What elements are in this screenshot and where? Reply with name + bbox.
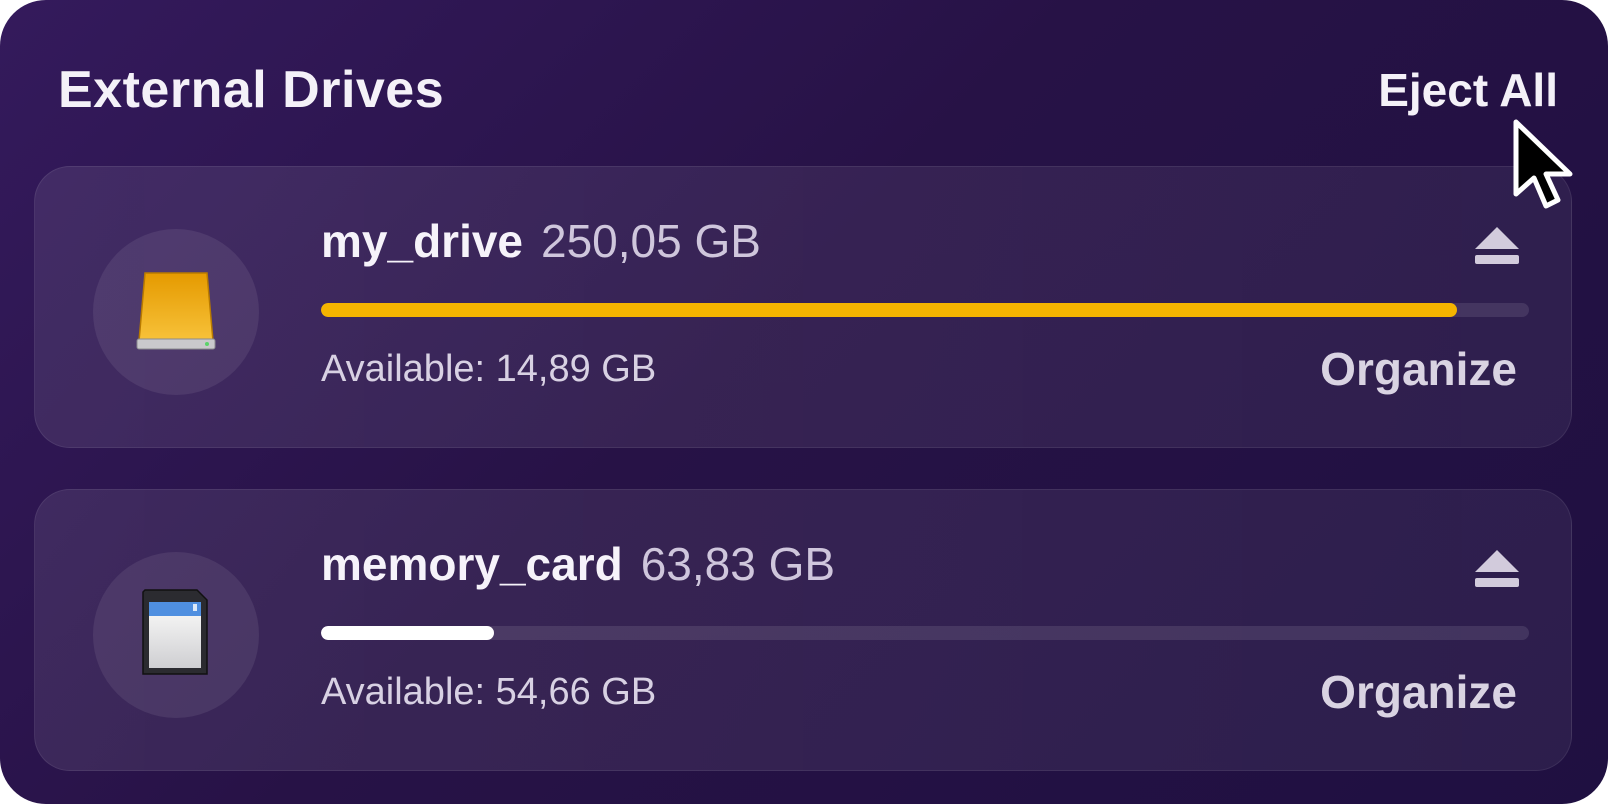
eject-all-button[interactable]: Eject All [1378, 58, 1558, 122]
organize-button[interactable]: Organize [1320, 664, 1517, 720]
drive-name-row: my_drive 250,05 GB [321, 211, 761, 271]
drive-name: memory_card [321, 538, 623, 590]
eject-icon[interactable] [1473, 546, 1521, 590]
drive-name-row: memory_card 63,83 GB [321, 534, 835, 594]
available-space: Available: 54,66 GB [321, 671, 657, 713]
drive-card-memory-card: memory_card 63,83 GB Available: 54,66 GB … [34, 489, 1572, 771]
drive-icon-container [93, 552, 259, 718]
drive-capacity: 250,05 GB [541, 215, 761, 267]
storage-usage-fill [321, 303, 1457, 317]
external-hard-drive-icon [136, 272, 216, 350]
drive-name: my_drive [321, 215, 524, 267]
storage-usage-bar [321, 303, 1529, 317]
drive-icon-container [93, 229, 259, 395]
panel-title: External Drives [58, 61, 445, 119]
storage-usage-bar [321, 626, 1529, 640]
panel-header: External Drives Eject All [58, 58, 1558, 122]
drive-card-my-drive: my_drive 250,05 GB Available: 14,89 GB Or… [34, 166, 1572, 448]
external-drives-panel: External Drives Eject All my_drive 250,05… [0, 0, 1608, 804]
organize-button[interactable]: Organize [1320, 341, 1517, 397]
storage-usage-fill [321, 626, 494, 640]
drive-capacity: 63,83 GB [640, 538, 836, 590]
eject-icon[interactable] [1473, 223, 1521, 267]
sd-card-icon [142, 589, 208, 675]
available-space: Available: 14,89 GB [321, 348, 657, 390]
